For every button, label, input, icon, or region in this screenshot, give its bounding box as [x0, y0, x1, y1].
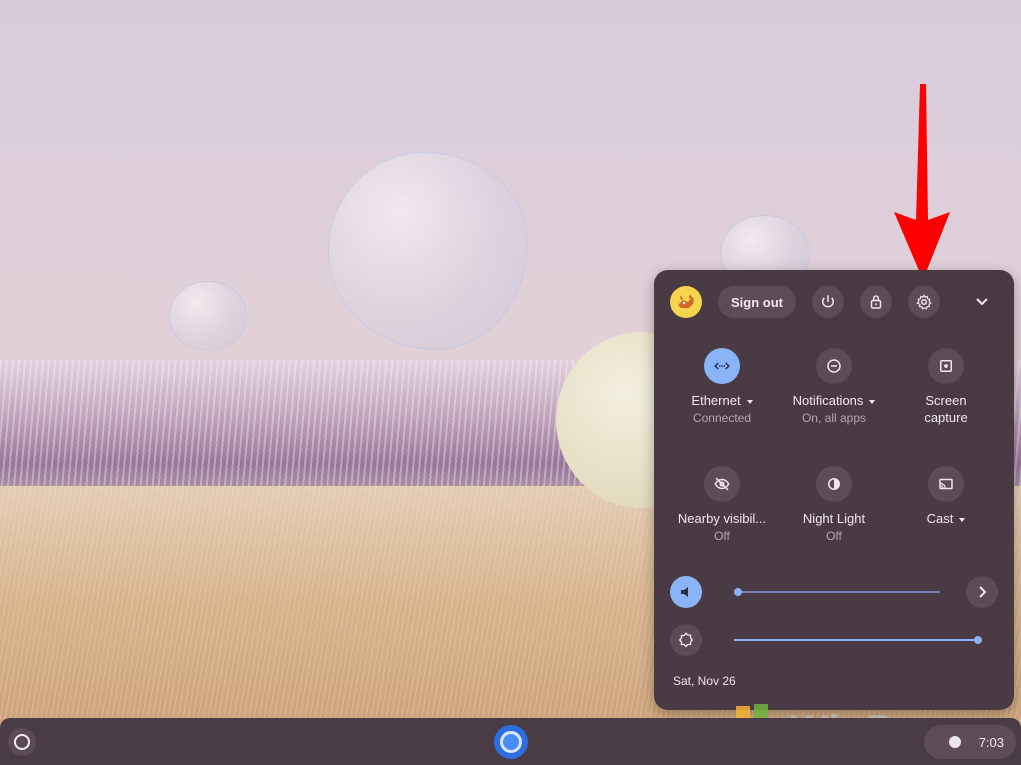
tile-screen-capture-label: Screen — [925, 393, 967, 408]
date-label[interactable]: Sat, Nov 26 — [673, 674, 736, 688]
tile-ethernet-label: Ethernet — [691, 393, 741, 408]
red-arrow-annotation — [894, 84, 950, 280]
caret-down-icon — [746, 399, 753, 404]
cast-icon[interactable] — [928, 466, 964, 502]
night-light-icon[interactable] — [816, 466, 852, 502]
tile-night-light-status: Off — [826, 529, 842, 543]
mute-button[interactable] — [670, 576, 702, 608]
chevron-down-icon — [976, 298, 988, 306]
brightness-thumb[interactable] — [974, 636, 982, 644]
power-icon — [822, 295, 834, 308]
shelf: 7:03 — [0, 718, 1021, 765]
chrome-icon — [500, 731, 522, 753]
tile-cast-label: Cast — [926, 511, 954, 526]
tile-cast[interactable]: Cast — [890, 466, 1002, 527]
launcher-icon — [14, 734, 30, 750]
volume-track — [738, 591, 940, 593]
avatar[interactable] — [670, 286, 702, 318]
settings-button[interactable] — [908, 286, 940, 318]
caret-down-icon — [959, 517, 966, 522]
volume-thumb[interactable] — [734, 588, 742, 596]
caret-down-icon — [869, 399, 876, 404]
collapse-button[interactable] — [966, 286, 998, 318]
tile-nearby-visibility[interactable]: Nearby visibil... Off — [666, 466, 778, 543]
tile-notifications-label: Notifications — [792, 393, 864, 408]
tile-screen-capture-label-2: capture — [924, 410, 968, 425]
launcher-button[interactable] — [8, 728, 36, 756]
tile-night-light[interactable]: Night Light Off — [778, 466, 890, 543]
audio-settings-button[interactable] — [966, 576, 998, 608]
tile-ethernet-status: Connected — [692, 411, 752, 425]
clock: 7:03 — [978, 734, 1004, 750]
tile-notifications[interactable]: Notifications On, all apps — [778, 348, 890, 425]
chrome-app-icon[interactable] — [494, 725, 528, 759]
tile-nearby-visibility-label: Nearby visibil... — [677, 511, 767, 526]
status-tray[interactable]: 7:03 — [924, 725, 1016, 759]
power-button[interactable] — [812, 286, 844, 318]
tile-night-light-label: Night Light — [802, 511, 866, 526]
network-status-icon — [948, 736, 961, 748]
sign-out-button[interactable]: Sign out — [718, 286, 796, 318]
tile-screen-capture[interactable]: Screen capture — [890, 348, 1002, 426]
brightness-button — [670, 624, 702, 656]
brightness-fill — [734, 639, 978, 641]
wallpaper-bubble-large — [328, 152, 528, 350]
brightness-icon — [678, 632, 694, 648]
tile-ethernet[interactable]: Ethernet Connected — [666, 348, 778, 425]
tile-notifications-status: On, all apps — [801, 411, 867, 425]
volume-slider[interactable] — [734, 582, 940, 602]
notifications-icon[interactable] — [816, 348, 852, 384]
screen-capture-icon[interactable] — [928, 348, 964, 384]
user-avatar-icon — [678, 294, 694, 308]
nearby-visibility-icon[interactable] — [704, 466, 740, 502]
chevron-right-icon — [979, 586, 987, 598]
brightness-slider[interactable] — [734, 630, 982, 650]
quick-settings-panel: Sign out Ethernet Connected Notification… — [654, 270, 1014, 710]
ethernet-icon[interactable] — [704, 348, 740, 384]
wallpaper-bubble-small — [169, 281, 247, 351]
lock-button[interactable] — [860, 286, 892, 318]
volume-icon — [681, 587, 688, 597]
lock-icon — [870, 295, 882, 309]
tile-nearby-visibility-status: Off — [714, 529, 730, 543]
gear-icon — [916, 294, 932, 310]
